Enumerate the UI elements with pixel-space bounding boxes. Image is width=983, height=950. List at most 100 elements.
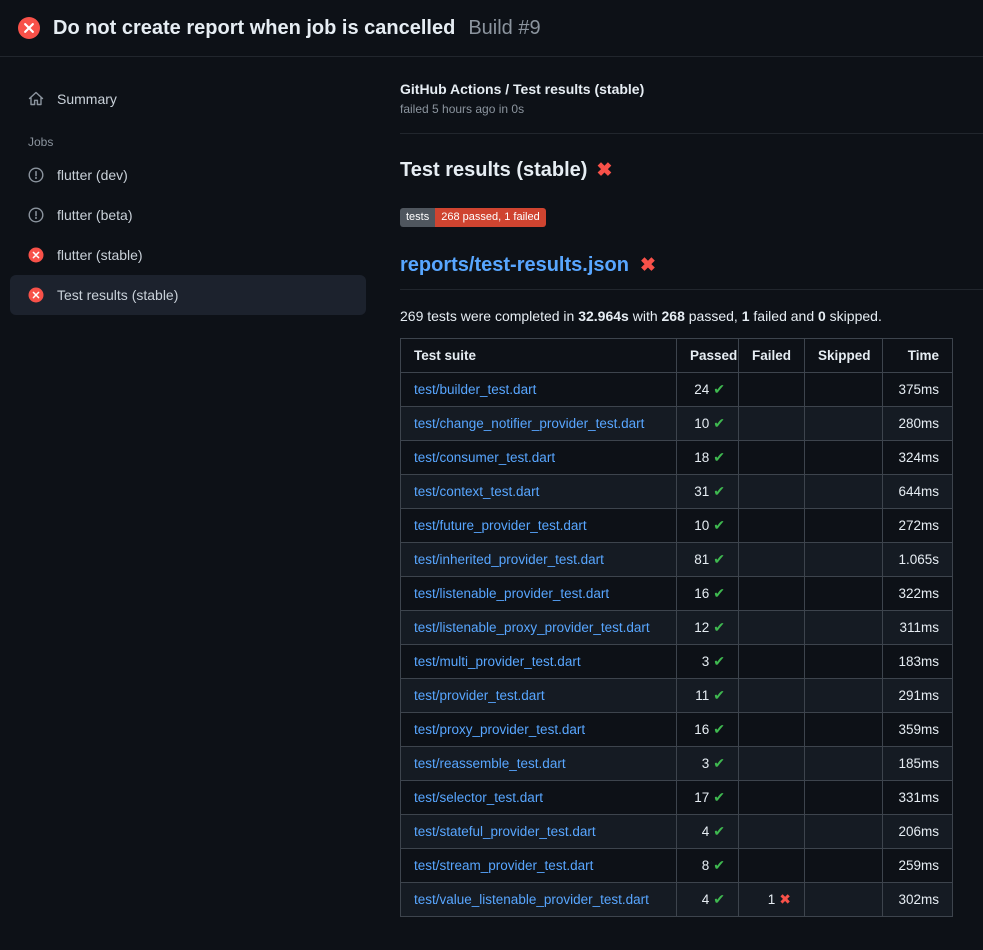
check-icon: ✔ <box>713 891 725 907</box>
table-row: test/stream_provider_test.dart8✔259ms <box>401 849 953 883</box>
skipped-cell <box>805 475 883 509</box>
sidebar-item-flutter-beta[interactable]: flutter (beta) <box>10 195 366 235</box>
table-row: test/consumer_test.dart18✔324ms <box>401 441 953 475</box>
summary-skipped-count: 0 <box>818 308 826 324</box>
table-row: test/provider_test.dart 11✔ 291ms <box>401 679 953 713</box>
report-file-link[interactable]: reports/test-results.json <box>400 254 629 277</box>
time-cell: 272ms <box>883 509 953 543</box>
badge-label: tests <box>400 208 435 227</box>
count-value: 24 <box>694 382 709 397</box>
x-icon: ✖ <box>779 891 791 907</box>
table-row: test/inherited_provider_test.dart 81 ✔ 1.06… <box>401 543 953 577</box>
test-suite-link[interactable]: test/context_test.dart <box>414 484 539 499</box>
test-suite-link[interactable]: test/inherited_provider_test.dart <box>414 552 604 567</box>
skipped-cell <box>805 815 883 849</box>
cancelled-icon <box>28 207 44 223</box>
summary-mid2: passed, <box>685 308 742 324</box>
count-value: 81 <box>694 552 709 567</box>
suite-cell: test/stream_provider_test.dart <box>401 849 677 883</box>
test-suite-link[interactable]: test/provider_test.dart <box>414 688 545 703</box>
time-cell: 302ms <box>883 883 953 917</box>
suite-cell: test/change_notifier_provider_test.dart <box>401 407 677 441</box>
passed-cell: 8✔ <box>677 849 739 883</box>
sidebar-item-summary[interactable]: Summary <box>10 79 366 119</box>
time-cell: 644ms <box>883 475 953 509</box>
count-value: 8 <box>702 858 710 873</box>
check-icon: ✔ <box>713 517 725 533</box>
app-header: Do not create report when job is cancell… <box>0 0 983 57</box>
sidebar-item-test-results-stable[interactable]: Test results (stable) <box>10 275 366 315</box>
suite-cell: test/selector_test.dart <box>401 781 677 815</box>
test-suite-link[interactable]: test/proxy_provider_test.dart <box>414 722 585 737</box>
skipped-cell <box>805 781 883 815</box>
test-suite-link[interactable]: test/listenable_provider_test.dart <box>414 586 609 601</box>
count-value: 10 <box>694 416 709 431</box>
passed-cell: 12✔ <box>677 611 739 645</box>
skipped-cell <box>805 543 883 577</box>
results-table-body: test/builder_test.dart24✔375mstest/chang… <box>401 373 953 917</box>
failed-icon <box>28 247 44 263</box>
failed-cell <box>739 781 805 815</box>
failed-cell: 1✖ <box>739 883 805 917</box>
home-icon <box>28 91 44 107</box>
time-cell: 183ms <box>883 645 953 679</box>
time-cell: 1.065s <box>883 543 953 577</box>
check-icon: ✔ <box>713 449 725 465</box>
test-suite-link[interactable]: test/consumer_test.dart <box>414 450 555 465</box>
count-value: 3 <box>702 756 710 771</box>
passed-cell: 11✔ <box>677 679 739 713</box>
table-row: test/stateful_provider_test.dart 4✔ 206ms <box>401 815 953 849</box>
failed-cell <box>739 509 805 543</box>
skipped-cell <box>805 373 883 407</box>
test-suite-link[interactable]: test/multi_provider_test.dart <box>414 654 581 669</box>
table-row: test/selector_test.dart17✔331ms <box>401 781 953 815</box>
passed-cell: 16✔ <box>677 577 739 611</box>
suite-cell: test/listenable_proxy_provider_test.dart <box>401 611 677 645</box>
test-suite-link[interactable]: test/value_listenable_provider_test.dart <box>414 892 649 907</box>
test-suite-link[interactable]: test/reassemble_test.dart <box>414 756 566 771</box>
sidebar-item-label: Test results (stable) <box>57 287 178 303</box>
summary-failed-count: 1 <box>742 308 750 324</box>
time-cell: 291ms <box>883 679 953 713</box>
summary-mid3: failed and <box>750 308 819 324</box>
sidebar-item-label: flutter (stable) <box>57 247 143 263</box>
summary-duration: 32.964s <box>578 308 629 324</box>
count-value: 4 <box>702 824 710 839</box>
check-icon: ✔ <box>713 551 725 567</box>
check-icon: ✔ <box>713 381 725 397</box>
sidebar-item-flutter-dev[interactable]: flutter (dev) <box>10 155 366 195</box>
skipped-cell <box>805 509 883 543</box>
count-value: 3 <box>702 654 710 669</box>
summary-passed-count: 268 <box>662 308 685 324</box>
passed-cell: 17✔ <box>677 781 739 815</box>
table-row: test/context_test.dart 31✔ 644ms <box>401 475 953 509</box>
check-icon: ✔ <box>713 415 725 431</box>
test-suite-link[interactable]: test/change_notifier_provider_test.dart <box>414 416 644 431</box>
section-title: Test results (stable) ✖ <box>400 159 983 182</box>
test-suite-link[interactable]: test/stateful_provider_test.dart <box>414 824 596 839</box>
skipped-cell <box>805 611 883 645</box>
test-suite-link[interactable]: test/selector_test.dart <box>414 790 543 805</box>
test-suite-link[interactable]: test/future_provider_test.dart <box>414 518 587 533</box>
skipped-cell <box>805 883 883 917</box>
layout: Summary Jobs flutter (dev) flutter (beta… <box>0 57 983 950</box>
check-icon: ✔ <box>713 823 725 839</box>
count-value: 12 <box>694 620 709 635</box>
suite-cell: test/stateful_provider_test.dart <box>401 815 677 849</box>
test-suite-link[interactable]: test/stream_provider_test.dart <box>414 858 593 873</box>
passed-cell: 31✔ <box>677 475 739 509</box>
count-value: 16 <box>694 586 709 601</box>
suite-cell: test/inherited_provider_test.dart <box>401 543 677 577</box>
time-cell: 280ms <box>883 407 953 441</box>
test-suite-link[interactable]: test/listenable_proxy_provider_test.dart <box>414 620 650 635</box>
suite-cell: test/consumer_test.dart <box>401 441 677 475</box>
cancelled-icon <box>28 167 44 183</box>
badge-value: 268 passed, 1 failed <box>435 208 545 227</box>
test-suite-link[interactable]: test/builder_test.dart <box>414 382 536 397</box>
skipped-cell <box>805 407 883 441</box>
failed-cell <box>739 407 805 441</box>
count-value: 18 <box>694 450 709 465</box>
build-number: Build #9 <box>468 17 540 40</box>
sidebar-item-flutter-stable[interactable]: flutter (stable) <box>10 235 366 275</box>
time-cell: 206ms <box>883 815 953 849</box>
